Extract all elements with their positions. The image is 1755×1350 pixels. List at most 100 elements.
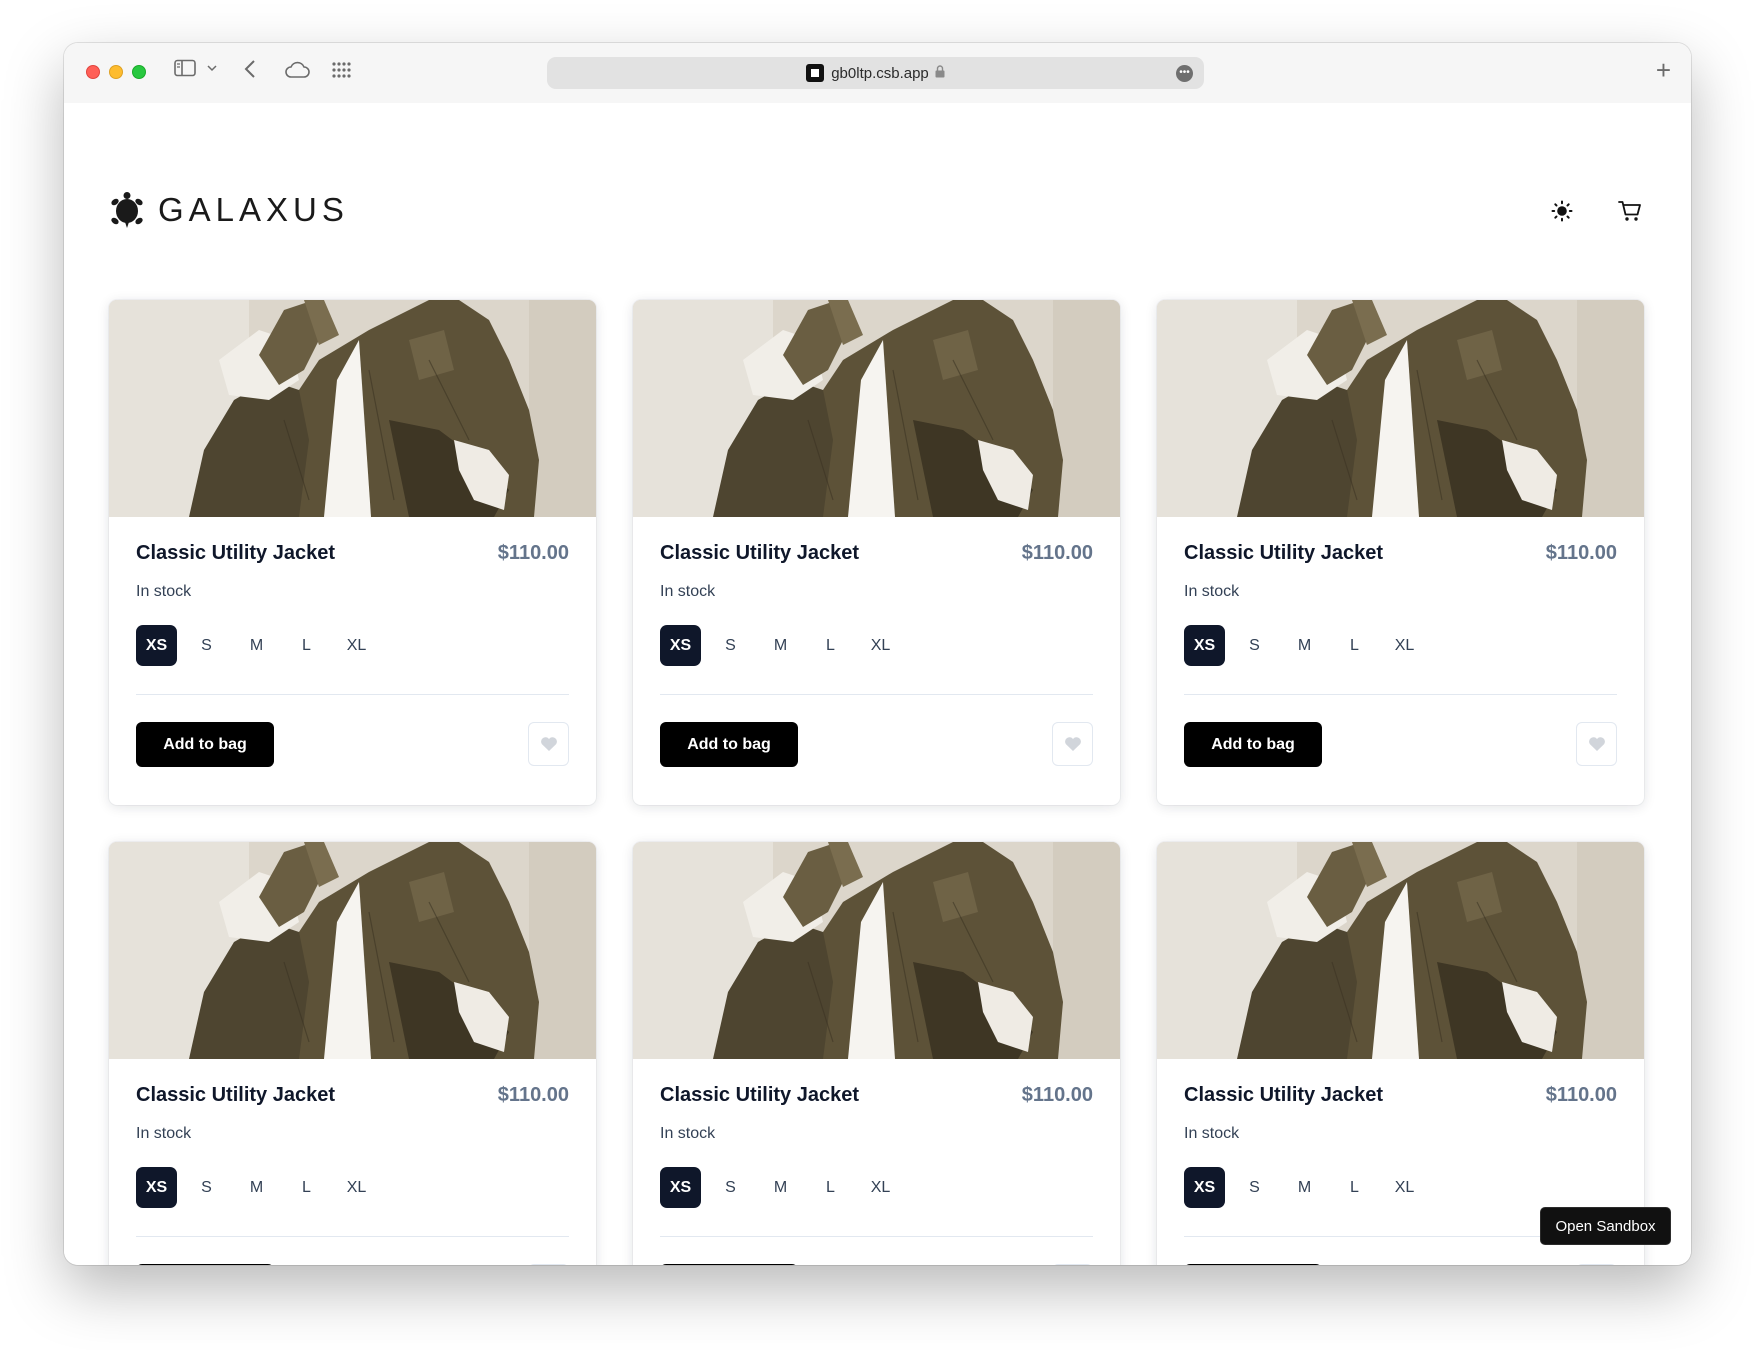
- chevron-down-icon[interactable]: [207, 64, 217, 72]
- product-title[interactable]: Classic Utility Jacket: [660, 542, 859, 565]
- add-to-bag-button[interactable]: Add to bag: [660, 722, 798, 767]
- favorite-button[interactable]: [1052, 1264, 1093, 1265]
- size-option[interactable]: L: [810, 625, 851, 666]
- product-title[interactable]: Classic Utility Jacket: [660, 1084, 859, 1107]
- product-price: $110.00: [1021, 1084, 1093, 1106]
- add-to-bag-button[interactable]: Add to bag: [1184, 1264, 1322, 1265]
- size-option[interactable]: S: [1234, 625, 1275, 666]
- product-image[interactable]: [633, 300, 1120, 517]
- product-title[interactable]: Classic Utility Jacket: [1184, 542, 1383, 565]
- size-option[interactable]: M: [236, 625, 277, 666]
- product-details: Classic Utility Jacket $110.00 In stock …: [136, 517, 569, 805]
- product-title[interactable]: Classic Utility Jacket: [136, 542, 335, 565]
- cloud-icon[interactable]: [284, 61, 310, 79]
- size-option[interactable]: XS: [1184, 1167, 1225, 1208]
- window-controls: [86, 65, 146, 79]
- stock-status: In stock: [1184, 583, 1240, 600]
- more-icon[interactable]: •••: [1176, 65, 1193, 82]
- lock-icon: [935, 64, 945, 82]
- add-to-bag-button[interactable]: Add to bag: [136, 722, 274, 767]
- favorite-button[interactable]: [1052, 722, 1093, 766]
- favorite-button[interactable]: [1576, 1264, 1617, 1265]
- site-favicon-icon: [806, 64, 825, 82]
- address-url: gb0ltp.csb.app: [831, 64, 929, 82]
- size-selector: XS S M L XL: [1184, 625, 1434, 666]
- close-window-button[interactable]: [86, 65, 100, 79]
- favorite-button[interactable]: [528, 1264, 569, 1265]
- size-option[interactable]: L: [286, 1167, 327, 1208]
- back-arrow-icon[interactable]: [244, 59, 256, 79]
- divider: [660, 1236, 1093, 1237]
- size-option[interactable]: M: [1284, 625, 1325, 666]
- favorite-button[interactable]: [528, 722, 569, 766]
- stock-status: In stock: [1184, 1125, 1240, 1142]
- address-bar[interactable]: gb0ltp.csb.app •••: [547, 57, 1204, 89]
- product-card: Classic Utility Jacket $110.00 In stock …: [1157, 300, 1644, 805]
- size-selector: XS S M L XL: [1184, 1167, 1434, 1208]
- minimize-window-button[interactable]: [109, 65, 123, 79]
- heart-icon: [1588, 737, 1605, 751]
- product-title[interactable]: Classic Utility Jacket: [136, 1084, 335, 1107]
- add-to-bag-button[interactable]: Add to bag: [1184, 722, 1322, 767]
- heart-icon: [1064, 737, 1081, 751]
- product-image[interactable]: [109, 300, 596, 517]
- size-option[interactable]: XL: [1384, 625, 1425, 666]
- size-option[interactable]: XS: [660, 1167, 701, 1208]
- stock-status: In stock: [660, 1125, 716, 1142]
- product-details: Classic Utility Jacket $110.00 In stock …: [136, 1059, 569, 1265]
- add-to-bag-button[interactable]: Add to bag: [660, 1264, 798, 1265]
- plus-icon[interactable]: +: [1656, 55, 1671, 86]
- size-option[interactable]: XL: [336, 625, 377, 666]
- size-option[interactable]: XL: [860, 1167, 901, 1208]
- size-option[interactable]: S: [186, 1167, 227, 1208]
- divider: [136, 694, 569, 695]
- product-image[interactable]: [109, 842, 596, 1059]
- size-option[interactable]: XS: [136, 1167, 177, 1208]
- size-option[interactable]: XL: [860, 625, 901, 666]
- product-image[interactable]: [1157, 842, 1644, 1059]
- zoom-window-button[interactable]: [132, 65, 146, 79]
- size-option[interactable]: M: [1284, 1167, 1325, 1208]
- size-selector: XS S M L XL: [660, 625, 910, 666]
- size-option[interactable]: L: [286, 625, 327, 666]
- grid-icon[interactable]: [332, 62, 352, 78]
- product-details: Classic Utility Jacket $110.00 In stock …: [1184, 517, 1617, 805]
- product-image[interactable]: [1157, 300, 1644, 517]
- size-option[interactable]: S: [710, 1167, 751, 1208]
- turtle-logo-icon: [111, 192, 143, 228]
- product-card: Classic Utility Jacket $110.00 In stock …: [633, 300, 1120, 805]
- size-selector: XS S M L XL: [660, 1167, 910, 1208]
- size-option[interactable]: XS: [660, 625, 701, 666]
- product-details: Classic Utility Jacket $110.00 In stock …: [660, 517, 1093, 805]
- product-price: $110.00: [1021, 542, 1093, 564]
- cart-icon[interactable]: [1615, 196, 1645, 226]
- size-selector: XS S M L XL: [136, 625, 386, 666]
- size-option[interactable]: L: [1334, 1167, 1375, 1208]
- size-option[interactable]: XS: [136, 625, 177, 666]
- size-option[interactable]: S: [186, 625, 227, 666]
- open-sandbox-button[interactable]: Open Sandbox: [1540, 1207, 1671, 1245]
- product-image[interactable]: [633, 842, 1120, 1059]
- size-option[interactable]: L: [1334, 625, 1375, 666]
- page-content: GALAXUS Classic Utility Jacket $110.00 I…: [64, 103, 1691, 1265]
- size-option[interactable]: S: [710, 625, 751, 666]
- size-option[interactable]: S: [1234, 1167, 1275, 1208]
- size-option[interactable]: M: [236, 1167, 277, 1208]
- size-option[interactable]: XL: [1384, 1167, 1425, 1208]
- divider: [136, 1236, 569, 1237]
- product-card: Classic Utility Jacket $110.00 In stock …: [109, 300, 596, 805]
- size-option[interactable]: L: [810, 1167, 851, 1208]
- size-option[interactable]: M: [760, 625, 801, 666]
- browser-window: gb0ltp.csb.app ••• + GALAXUS Classic Uti…: [64, 43, 1691, 1265]
- brand-logo[interactable]: GALAXUS: [110, 188, 349, 232]
- add-to-bag-button[interactable]: Add to bag: [136, 1264, 274, 1265]
- size-option[interactable]: XL: [336, 1167, 377, 1208]
- favorite-button[interactable]: [1576, 722, 1617, 766]
- sidebar-icon[interactable]: [174, 59, 196, 77]
- size-option[interactable]: M: [760, 1167, 801, 1208]
- theme-sun-icon[interactable]: [1547, 196, 1577, 226]
- product-title[interactable]: Classic Utility Jacket: [1184, 1084, 1383, 1107]
- product-card: Classic Utility Jacket $110.00 In stock …: [109, 842, 596, 1265]
- size-option[interactable]: XS: [1184, 625, 1225, 666]
- product-card: Classic Utility Jacket $110.00 In stock …: [633, 842, 1120, 1265]
